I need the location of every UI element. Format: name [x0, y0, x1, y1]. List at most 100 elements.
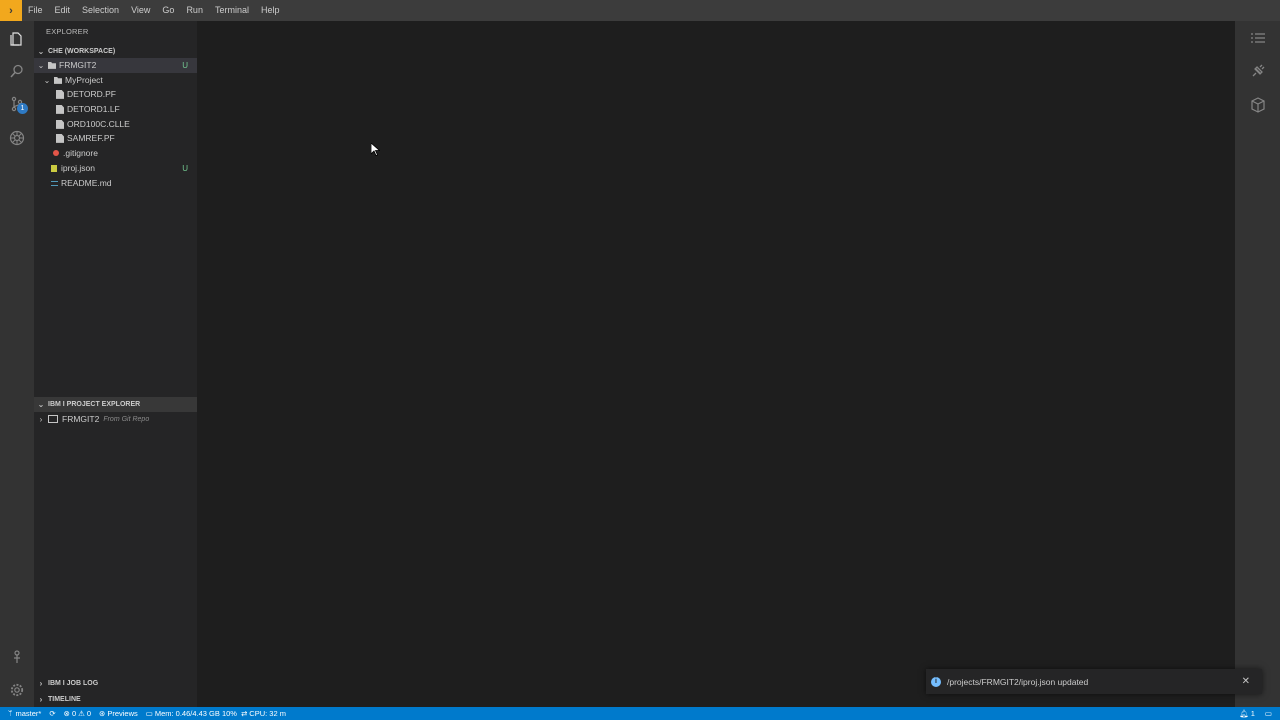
- tree-item-label: README.md: [61, 178, 112, 189]
- git-file-icon: [53, 150, 59, 157]
- timeline-title: TIMELINE: [48, 696, 81, 703]
- cpu-indicator: ⇄ CPU: 32 m: [241, 709, 286, 718]
- timeline-section-header[interactable]: › TIMELINE: [34, 692, 197, 707]
- error-icon: ⊗: [63, 709, 70, 718]
- file-icon: [56, 89, 64, 99]
- menu-terminal[interactable]: Terminal: [209, 0, 255, 21]
- job-log-section-header[interactable]: › IBM I JOB LOG: [34, 676, 197, 691]
- file-icon: [56, 119, 64, 129]
- app-logo-icon: ›: [0, 0, 22, 21]
- project-description: From Git Repo: [103, 415, 150, 423]
- git-repo-icon: [48, 415, 58, 424]
- editor-area[interactable]: [197, 21, 1235, 707]
- warning-icon: ⚠: [78, 709, 85, 718]
- untracked-badge: U: [182, 163, 188, 173]
- memory-indicator: ▭ Mem: 0.46/4.43 GB 10%: [146, 709, 237, 718]
- file-icon: [56, 104, 64, 114]
- chevron-right-icon: ›: [39, 679, 43, 688]
- files-icon[interactable]: [8, 30, 26, 48]
- chevron-down-icon: ⌄: [37, 47, 45, 56]
- problems-indicator[interactable]: ⊗ 0 ⚠ 0: [64, 709, 91, 718]
- project-explorer-section-header[interactable]: ⌄ IBM I PROJECT EXPLORER: [34, 397, 197, 412]
- account-icon[interactable]: [8, 648, 26, 666]
- workspace-label: CHE (WORKSPACE): [48, 48, 116, 55]
- chevron-down-icon: ⌄: [37, 400, 45, 409]
- json-file-icon: [51, 164, 57, 172]
- right-panel-bar: [1235, 21, 1280, 707]
- notification-count: 1: [1250, 709, 1255, 718]
- tree-item-myproject[interactable]: ⌄ MyProject: [34, 73, 197, 88]
- project-explorer-item-frmgit2[interactable]: › FRMGIT2 From Git Repo: [34, 412, 197, 427]
- debug-icon[interactable]: [8, 129, 26, 147]
- notification-text: /projects/FRMGIT2/iproj.json updated: [947, 676, 1089, 687]
- project-explorer-title: IBM I PROJECT EXPLORER: [48, 401, 141, 408]
- previews-indicator[interactable]: ⊛ Previews: [99, 709, 138, 718]
- package-icon[interactable]: [1249, 96, 1267, 114]
- file-icon: [56, 133, 64, 143]
- bell-icon: 🔔︎: [1239, 709, 1249, 718]
- tree-item-frmgit2[interactable]: ⌄ FRMGIT2 U: [34, 58, 197, 73]
- scm-badge: 1: [17, 103, 28, 114]
- folder-icon: [54, 76, 62, 84]
- project-label: FRMGIT2: [62, 414, 100, 425]
- settings-icon[interactable]: [8, 681, 26, 699]
- git-branch-icon: ᛘ: [8, 709, 13, 718]
- tree-item-label: .gitignore: [63, 148, 98, 159]
- menu-run[interactable]: Run: [180, 0, 209, 21]
- markdown-file-icon: [51, 180, 58, 186]
- branch-indicator[interactable]: ᛘ master*: [8, 709, 41, 718]
- tree-item-detord-pf[interactable]: DETORD.PF: [34, 87, 197, 102]
- menu-bar: › File Edit Selection View Go Run Termin…: [0, 0, 1280, 21]
- tree-item-gitignore[interactable]: .gitignore: [34, 146, 197, 161]
- sidebar-title: EXPLORER: [46, 27, 89, 36]
- mouse-cursor-icon: [371, 143, 380, 156]
- tree-item-ord100c-clle[interactable]: ORD100C.CLLE: [34, 117, 197, 132]
- cpu-label: CPU: 32 m: [249, 709, 286, 718]
- previews-icon: ⊛: [99, 709, 106, 718]
- menu-help[interactable]: Help: [255, 0, 286, 21]
- notifications-indicator[interactable]: 🔔︎ 1: [1239, 709, 1255, 718]
- memory-icon: ▭: [145, 709, 153, 718]
- job-log-title: IBM I JOB LOG: [48, 680, 99, 687]
- menu-view[interactable]: View: [125, 0, 156, 21]
- menu-go[interactable]: Go: [156, 0, 180, 21]
- cpu-icon: ⇄: [240, 709, 248, 718]
- close-icon[interactable]: ✕: [1242, 676, 1250, 687]
- tree-item-label: ORD100C.CLLE: [67, 119, 130, 130]
- tree-item-detord1-lf[interactable]: DETORD1.LF: [34, 102, 197, 117]
- activity-bar: 1: [0, 21, 34, 707]
- info-icon: i: [931, 676, 941, 687]
- menu-file[interactable]: File: [22, 0, 49, 21]
- tree-item-label: iproj.json: [61, 163, 96, 174]
- layout-icon[interactable]: ▭: [1265, 709, 1272, 718]
- search-icon[interactable]: [8, 62, 26, 80]
- branch-name: master*: [15, 709, 42, 718]
- workspace-section-header[interactable]: ⌄ CHE (WORKSPACE): [34, 44, 197, 59]
- menu-selection[interactable]: Selection: [76, 0, 125, 21]
- tree-item-samref-pf[interactable]: SAMREF.PF: [34, 131, 197, 146]
- chevron-down-icon: ⌄: [43, 75, 51, 85]
- explorer-sidebar: EXPLORER ⌄ CHE (WORKSPACE) ⌄ FRMGIT2 U ⌄…: [34, 21, 197, 707]
- warning-count: 0: [86, 709, 92, 718]
- plugin-icon[interactable]: [1249, 62, 1267, 80]
- notification-toast: i /projects/FRMGIT2/iproj.json updated ✕: [926, 669, 1262, 694]
- memory-label: Mem: 0.46/4.43 GB 10%: [154, 709, 237, 718]
- tree-item-label: MyProject: [65, 75, 103, 86]
- previews-label: Previews: [107, 709, 138, 718]
- status-bar-right: 🔔︎ 1 ▭: [1239, 707, 1272, 720]
- tree-item-label: FRMGIT2: [59, 60, 97, 71]
- error-count: 0: [71, 709, 77, 718]
- menu-edit[interactable]: Edit: [49, 0, 77, 21]
- status-bar: ᛘ master* ⟳ ⊗ 0 ⚠ 0 ⊛ Previews ▭ Mem: 0.…: [0, 707, 1280, 720]
- chevron-right-icon: ›: [39, 695, 43, 704]
- tree-item-readme[interactable]: README.md: [34, 176, 197, 191]
- chevron-down-icon: ⌄: [37, 60, 45, 70]
- tree-item-label: SAMREF.PF: [67, 133, 115, 144]
- folder-icon: [48, 61, 56, 69]
- chevron-right-icon: ›: [39, 414, 43, 424]
- sync-icon[interactable]: ⟳: [49, 709, 55, 718]
- untracked-badge: U: [182, 60, 188, 70]
- tree-item-iproj-json[interactable]: iproj.json U: [34, 161, 197, 176]
- tree-item-label: DETORD.PF: [67, 89, 116, 100]
- outline-icon[interactable]: [1249, 30, 1267, 48]
